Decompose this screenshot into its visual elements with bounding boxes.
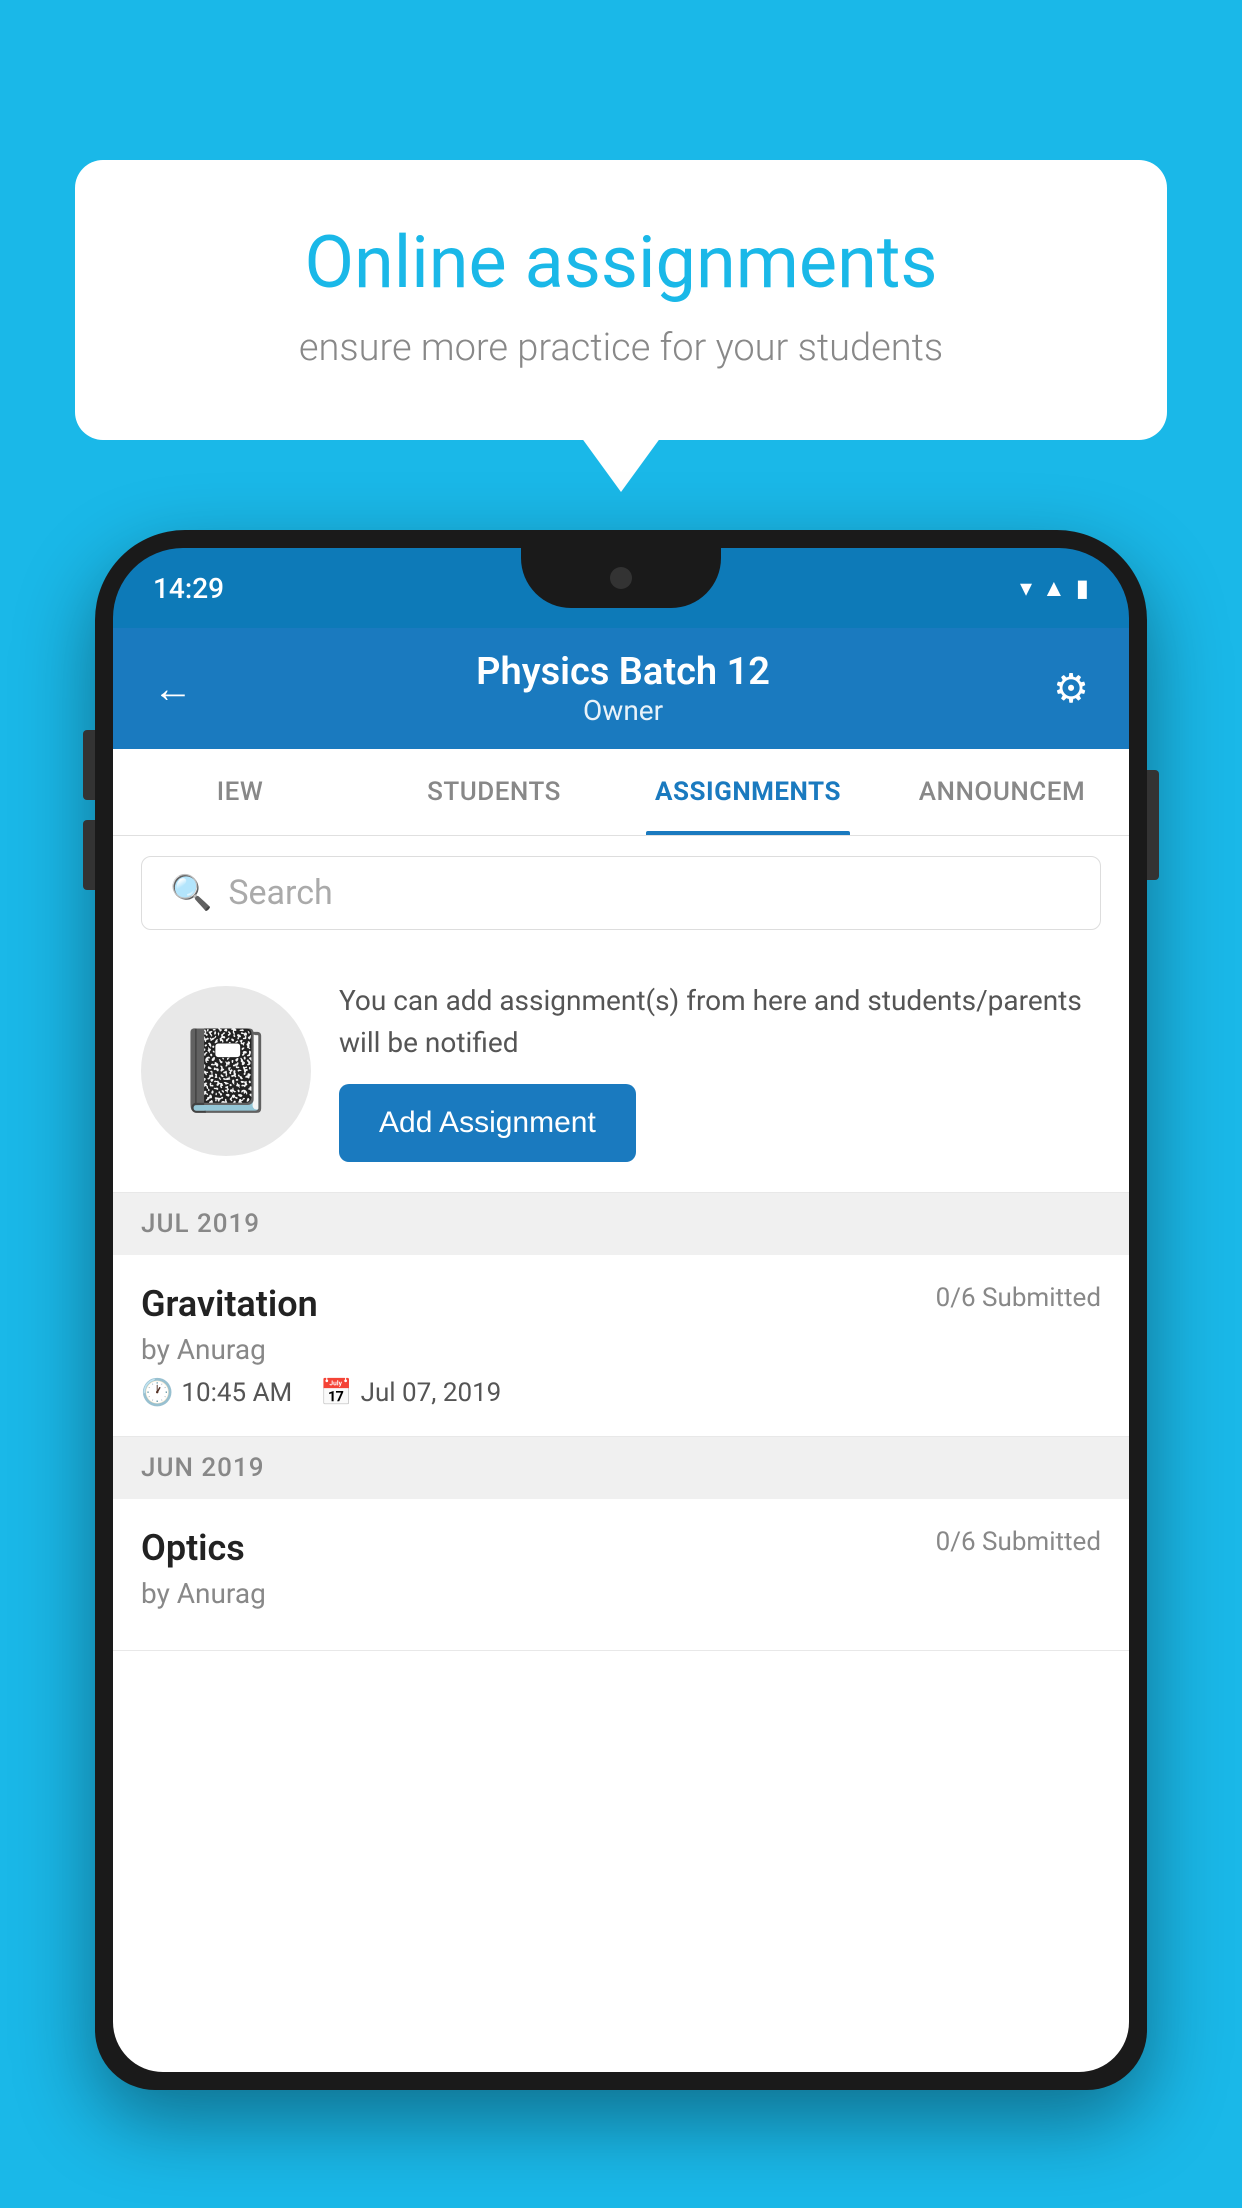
section-label-jun: JUN 2019 (141, 1453, 264, 1483)
phone-outer: 14:29 ▾ ▲ ▮ ← Physics Batch 12 Owner ⚙ (95, 530, 1147, 2090)
wifi-icon: ▾ (1020, 574, 1032, 602)
speech-bubble-container: Online assignments ensure more practice … (75, 160, 1167, 440)
status-bar: 14:29 ▾ ▲ ▮ (113, 548, 1129, 628)
power-button (1147, 770, 1159, 880)
header-center: Physics Batch 12 Owner (476, 650, 770, 727)
assignment-submitted: 0/6 Submitted (936, 1283, 1101, 1313)
assignment-submitted-optics: 0/6 Submitted (936, 1527, 1101, 1557)
header-subtitle: Owner (476, 694, 770, 727)
status-icons: ▾ ▲ ▮ (1020, 574, 1089, 603)
assignment-date: Jul 07, 2019 (361, 1378, 502, 1408)
add-assignment-button[interactable]: Add Assignment (339, 1084, 636, 1162)
back-button[interactable]: ← (153, 665, 193, 712)
assignment-row-top: Gravitation 0/6 Submitted (141, 1283, 1101, 1325)
speech-bubble-title: Online assignments (145, 220, 1097, 306)
status-time: 14:29 (153, 572, 224, 605)
add-assignment-promo: 📓 You can add assignment(s) from here an… (113, 950, 1129, 1193)
assignment-name: Gravitation (141, 1283, 318, 1325)
search-input[interactable]: Search (228, 873, 332, 913)
notebook-icon: 📓 (176, 1024, 276, 1118)
assignment-item-gravitation[interactable]: Gravitation 0/6 Submitted by Anurag 🕐 10… (113, 1255, 1129, 1437)
tab-assignments[interactable]: ASSIGNMENTS (621, 749, 875, 835)
meta-time: 🕐 10:45 AM (141, 1378, 292, 1408)
speech-bubble-subtitle: ensure more practice for your students (145, 326, 1097, 370)
assignment-time: 10:45 AM (181, 1378, 292, 1408)
search-icon: 🔍 (170, 873, 212, 913)
promo-right: You can add assignment(s) from here and … (339, 980, 1101, 1162)
assignment-author-optics: by Anurag (141, 1577, 1101, 1610)
notebook-icon-circle: 📓 (141, 986, 311, 1156)
battery-icon: ▮ (1076, 574, 1089, 602)
assignment-meta: 🕐 10:45 AM 📅 Jul 07, 2019 (141, 1378, 1101, 1408)
volume-up-button (83, 730, 95, 800)
tab-announcements[interactable]: ANNOUNCEM (875, 749, 1129, 835)
signal-icon: ▲ (1042, 574, 1066, 603)
phone-mockup: 14:29 ▾ ▲ ▮ ← Physics Batch 12 Owner ⚙ (95, 530, 1147, 2208)
meta-date: 📅 Jul 07, 2019 (320, 1378, 501, 1408)
search-bar[interactable]: 🔍 Search (141, 856, 1101, 930)
assignment-item-optics[interactable]: Optics 0/6 Submitted by Anurag (113, 1499, 1129, 1651)
assignment-name-optics: Optics (141, 1527, 245, 1569)
section-header-jun: JUN 2019 (113, 1437, 1129, 1499)
speech-bubble: Online assignments ensure more practice … (75, 160, 1167, 440)
app-header: ← Physics Batch 12 Owner ⚙ (113, 628, 1129, 749)
section-label-jul: JUL 2019 (141, 1209, 260, 1239)
tab-students[interactable]: STUDENTS (367, 749, 621, 835)
phone-notch (521, 548, 721, 608)
tabs-container: IEW STUDENTS ASSIGNMENTS ANNOUNCEM (113, 749, 1129, 836)
search-container: 🔍 Search (113, 836, 1129, 950)
phone-screen: ← Physics Batch 12 Owner ⚙ IEW STUDENTS … (113, 628, 1129, 2072)
volume-down-button (83, 820, 95, 890)
front-camera (610, 567, 632, 589)
calendar-icon: 📅 (320, 1378, 352, 1408)
assignment-author: by Anurag (141, 1333, 1101, 1366)
tab-iew[interactable]: IEW (113, 749, 367, 835)
settings-icon[interactable]: ⚙ (1053, 665, 1089, 712)
assignment-row-top-optics: Optics 0/6 Submitted (141, 1527, 1101, 1569)
promo-text: You can add assignment(s) from here and … (339, 980, 1101, 1064)
clock-icon: 🕐 (141, 1378, 173, 1408)
header-title: Physics Batch 12 (476, 650, 770, 694)
section-header-jul: JUL 2019 (113, 1193, 1129, 1255)
